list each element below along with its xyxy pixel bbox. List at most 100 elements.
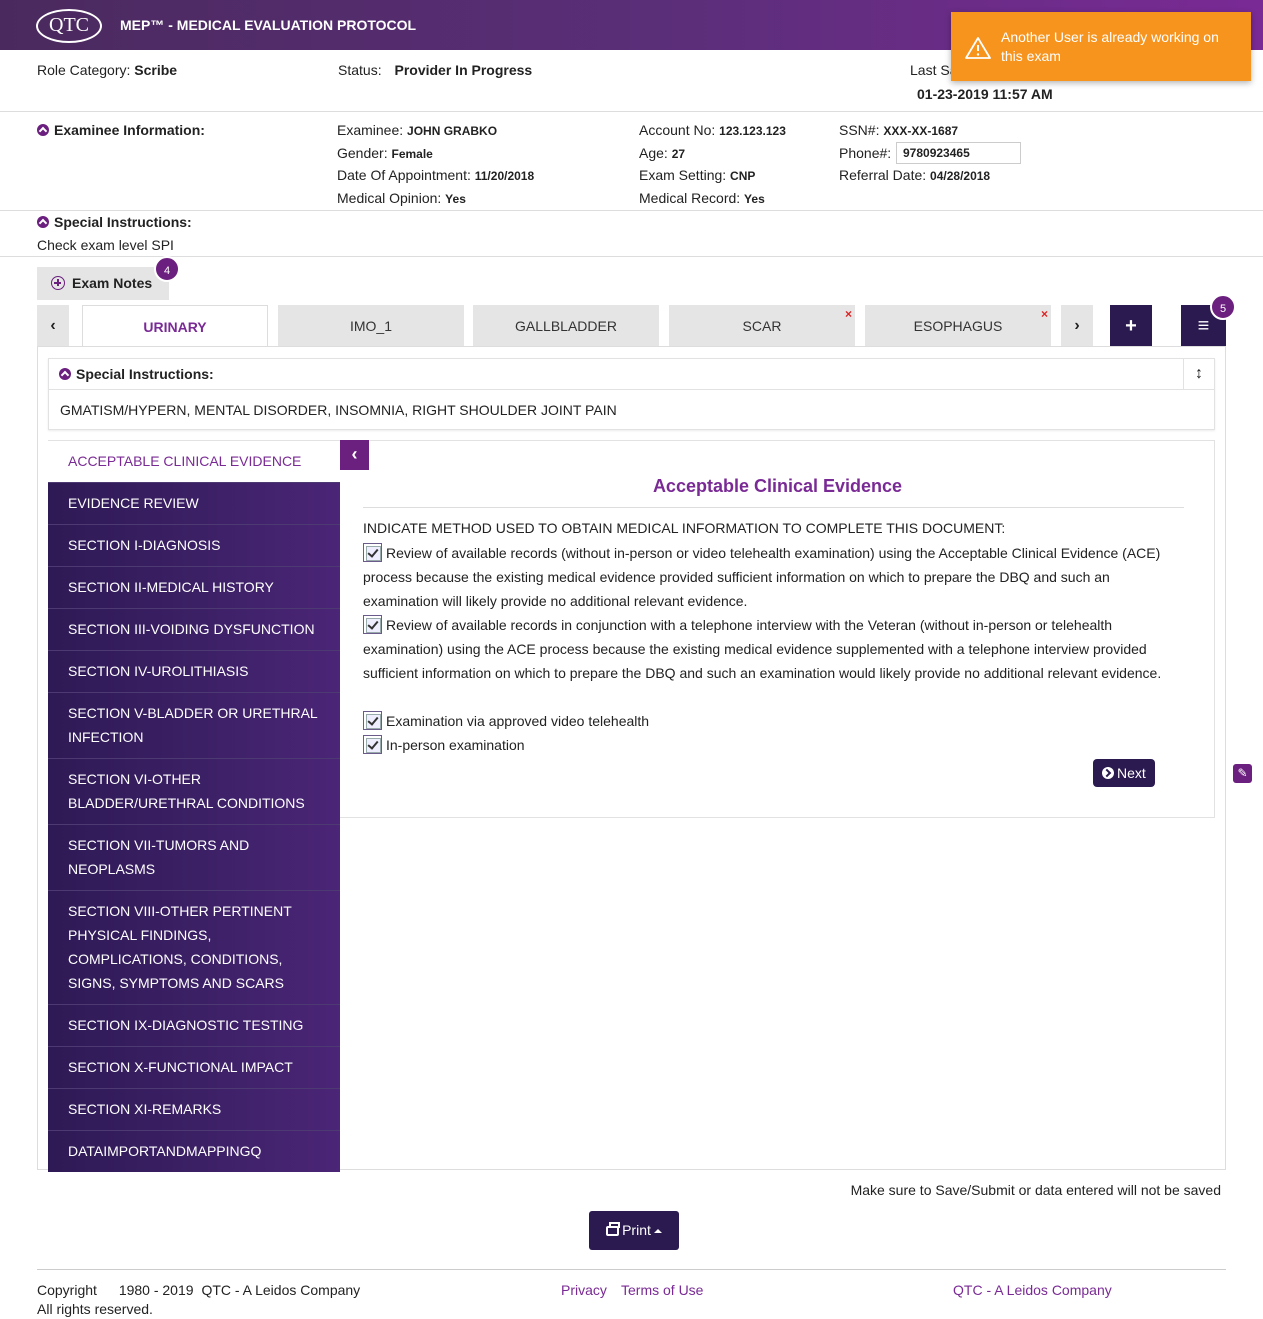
- tab-label: ESOPHAGUS: [913, 318, 1003, 334]
- option-label: Review of available records (without in-…: [363, 545, 1161, 609]
- appointment-date-value: 11/20/2018: [474, 169, 535, 183]
- terms-link[interactable]: Terms of Use: [621, 1282, 703, 1298]
- examinee-info-title: Examinee Information:: [54, 122, 205, 138]
- examinee-name: Examinee: JOHN GRABKO: [337, 122, 497, 138]
- phone-input[interactable]: [896, 142, 1021, 164]
- tab-imo-1[interactable]: IMO_1: [278, 305, 464, 347]
- checkbox-checked[interactable]: [363, 543, 382, 562]
- expand-vertical-icon[interactable]: ↕: [1183, 359, 1214, 390]
- medical-opinion-value: Yes: [445, 192, 466, 206]
- exam-setting: Exam Setting: CNP: [639, 167, 755, 183]
- phone-label: Phone#:: [839, 145, 892, 161]
- edit-pencil-icon[interactable]: ✎: [1233, 764, 1252, 783]
- qtc-logo[interactable]: QTC: [36, 9, 102, 43]
- sidebar-item-remarks[interactable]: SECTION XI-REMARKS: [48, 1088, 340, 1130]
- warning-toast[interactable]: Another User is already working on this …: [951, 12, 1251, 81]
- tab-label: GALLBLADDER: [515, 318, 617, 334]
- tab-scroll-left-button[interactable]: ‹: [37, 305, 69, 347]
- sidebar-item-tumors-neoplasms[interactable]: SECTION VII-TUMORS AND NEOPLASMS: [48, 824, 340, 890]
- plus-circle-icon: [51, 276, 65, 290]
- ssn: SSN#: XXX-XX-1687: [839, 122, 958, 138]
- copyright-label: Copyright: [37, 1282, 97, 1298]
- exam-notes-button[interactable]: Exam Notes: [37, 267, 169, 300]
- checkbox-checked[interactable]: [363, 711, 382, 730]
- print-label: Print: [622, 1222, 651, 1238]
- print-button[interactable]: Print: [589, 1211, 679, 1250]
- next-button[interactable]: Next: [1093, 759, 1155, 787]
- copyright-text: Copyright 1980 - 2019 QTC - A Leidos Com…: [37, 1282, 360, 1298]
- tab-esophagus[interactable]: ESOPHAGUS ×: [865, 305, 1051, 347]
- ace-option-telephone-interview: Review of available records in conjuncti…: [363, 613, 1163, 685]
- account-number: Account No: 123.123.123: [639, 122, 786, 138]
- exam-notes-label: Exam Notes: [72, 275, 153, 291]
- sidebar-item-functional-impact[interactable]: SECTION X-FUNCTIONAL IMPACT: [48, 1046, 340, 1088]
- tab-scar[interactable]: SCAR ×: [669, 305, 855, 347]
- caret-up-icon: [653, 1229, 662, 1233]
- status-value: Provider In Progress: [394, 62, 533, 78]
- add-tab-button[interactable]: +: [1110, 305, 1152, 347]
- tab-gallbladder[interactable]: GALLBLADDER: [473, 305, 659, 347]
- sidebar-item-medical-history[interactable]: SECTION II-MEDICAL HISTORY: [48, 566, 340, 608]
- examinee-info-toggle[interactable]: Examinee Information:: [37, 122, 205, 138]
- age: Age: 27: [639, 145, 685, 161]
- tab-special-instructions-panel: Special Instructions: ↕ GMATISM/HYPERN, …: [48, 358, 1215, 430]
- collapse-sidebar-button[interactable]: ‹: [340, 440, 369, 470]
- sidebar-item-urolithiasis[interactable]: SECTION IV-UROLITHIASIS: [48, 650, 340, 692]
- next-label: Next: [1117, 765, 1146, 781]
- hamburger-icon: ≡: [1197, 315, 1210, 337]
- divider: [0, 256, 1263, 257]
- account-value: 123.123.123: [719, 124, 786, 138]
- sidebar-item-diagnostic-testing[interactable]: SECTION IX-DIAGNOSTIC TESTING: [48, 1004, 340, 1046]
- sidebar-item-diagnosis[interactable]: SECTION I-DIAGNOSIS: [48, 524, 340, 566]
- sidebar-item-evidence-review[interactable]: EVIDENCE REVIEW: [48, 482, 340, 524]
- privacy-link[interactable]: Privacy: [561, 1282, 607, 1298]
- sidebar-item-bladder-infection[interactable]: SECTION V-BLADDER OR URETHRAL INFECTION: [48, 692, 340, 758]
- copyright-years: 1980 - 2019: [118, 1282, 194, 1298]
- tab-label: IMO_1: [349, 318, 392, 334]
- close-tab-icon[interactable]: ×: [1041, 293, 1048, 335]
- option-label: Examination via approved video telehealt…: [386, 713, 650, 729]
- close-tab-icon[interactable]: ×: [845, 293, 852, 335]
- company-link[interactable]: QTC - A Leidos Company: [953, 1282, 1112, 1298]
- gender-value: Female: [391, 147, 433, 161]
- form-divider: [363, 507, 1184, 508]
- examinee-value: JOHN GRABKO: [407, 124, 498, 138]
- sidebar-item-acceptable-clinical-evidence[interactable]: ACCEPTABLE CLINICAL EVIDENCE: [48, 441, 340, 482]
- checkbox-checked[interactable]: [363, 615, 382, 634]
- app-title: MEP™ - MEDICAL EVALUATION PROTOCOL: [120, 17, 417, 33]
- special-instructions-toggle[interactable]: Special Instructions:: [37, 214, 192, 230]
- tab-scroll-right-button[interactable]: ›: [1061, 305, 1093, 347]
- sidebar-item-voiding-dysfunction[interactable]: SECTION III-VOIDING DYSFUNCTION: [48, 608, 340, 650]
- referral-date: Referral Date: 04/28/2018: [839, 167, 990, 183]
- ssn-label: SSN#:: [839, 122, 880, 138]
- form-title: Acceptable Clinical Evidence: [652, 476, 903, 496]
- tab-urinary[interactable]: URINARY: [82, 305, 268, 347]
- appointment-date-label: Date Of Appointment:: [337, 167, 471, 183]
- checkbox-checked[interactable]: [363, 735, 382, 754]
- arrow-right-circle-icon: [1102, 767, 1114, 779]
- appointment-date: Date Of Appointment: 11/20/2018: [337, 167, 534, 183]
- tab-label: SCAR: [742, 318, 782, 334]
- medical-record-value: Yes: [744, 192, 765, 206]
- divider: [0, 111, 1263, 112]
- form-instruction: INDICATE METHOD USED TO OBTAIN MEDICAL I…: [363, 520, 1006, 536]
- sidebar-item-other-findings[interactable]: SECTION VIII-OTHER PERTINENT PHYSICAL FI…: [48, 890, 340, 1004]
- referral-date-value: 04/28/2018: [930, 169, 991, 183]
- examinee-label: Examinee:: [337, 122, 404, 138]
- age-value: 27: [671, 147, 686, 161]
- special-instructions-title: Special Instructions:: [54, 214, 192, 230]
- plus-icon: +: [1125, 315, 1137, 337]
- role-label: Role Category:: [37, 62, 131, 78]
- referral-date-label: Referral Date:: [839, 167, 927, 183]
- sidebar-item-data-import-mapping[interactable]: DATAIMPORTANDMAPPINGQ: [48, 1130, 340, 1172]
- chevron-left-icon: ‹: [351, 444, 358, 464]
- option-label: In-person examination: [386, 737, 525, 753]
- tab-spi-header[interactable]: Special Instructions:: [49, 359, 1214, 390]
- rights-text: All rights reserved.: [37, 1301, 153, 1317]
- gender: Gender: Female: [337, 145, 433, 161]
- ssn-value: XXX-XX-1687: [883, 124, 959, 138]
- exam-setting-label: Exam Setting:: [639, 167, 727, 183]
- save-reminder: Make sure to Save/Submit or data entered…: [850, 1182, 1221, 1198]
- sidebar-item-other-bladder-conditions[interactable]: SECTION VI-OTHER BLADDER/URETHRAL CONDIT…: [48, 758, 340, 824]
- status-label: Status:: [338, 62, 382, 78]
